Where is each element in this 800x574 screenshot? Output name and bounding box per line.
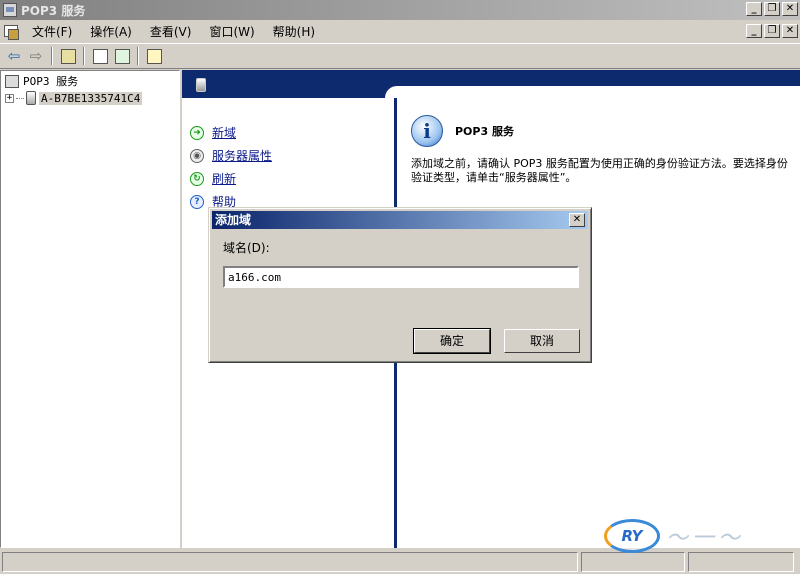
- title-bar: POP3 服务 _ ❐ ✕: [0, 0, 800, 20]
- window-title: POP3 服务: [21, 3, 86, 18]
- menu-view[interactable]: 查看(V): [141, 23, 201, 40]
- app-icon: [3, 3, 17, 17]
- domain-name-label: 域名(D):: [223, 241, 270, 255]
- menu-bar: 文件(F) 操作(A) 查看(V) 窗口(W) 帮助(H) _ ❐ ✕: [0, 21, 800, 41]
- help-icon: ?: [190, 194, 204, 209]
- child-window-controls: _ ❐ ✕: [744, 24, 798, 38]
- child-close-button[interactable]: ✕: [782, 24, 798, 38]
- tree-server-label: A-B7BE1335741C4: [39, 91, 143, 105]
- task-new-domain-label[interactable]: 新域: [212, 124, 236, 141]
- task-new-domain[interactable]: ➜ 新域: [190, 124, 236, 141]
- info-text: 添加域之前，请确认 POP3 服务配置为使用正确的身份验证方法。要选择身份验证类…: [411, 157, 788, 184]
- toolbar-separator: [51, 47, 53, 65]
- forward-arrow-icon[interactable]: ⇨: [25, 46, 47, 66]
- console-window-icon[interactable]: [3, 23, 19, 40]
- child-restore-button[interactable]: ❐: [764, 24, 780, 38]
- task-refresh-label[interactable]: 刷新: [212, 170, 236, 187]
- server-icon: [26, 91, 36, 105]
- window-controls: _ ❐ ✕: [744, 2, 798, 16]
- banner-notch: [385, 86, 800, 100]
- up-folder-icon[interactable]: [57, 46, 79, 66]
- tree-server-node[interactable]: + A-B7BE1335741C4: [5, 90, 143, 106]
- minimize-button[interactable]: _: [746, 2, 762, 16]
- tree-connector: [16, 97, 24, 99]
- close-button[interactable]: ✕: [782, 2, 798, 16]
- add-domain-dialog: 添加域 ✕ 域名(D): 确定 取消: [208, 207, 592, 363]
- toolbar-separator: [83, 47, 85, 65]
- help-icon[interactable]: [143, 46, 165, 66]
- properties-icon: ◉: [190, 148, 204, 163]
- green-arrow-icon: ➜: [190, 125, 204, 140]
- restore-button[interactable]: ❐: [764, 2, 780, 16]
- expand-icon[interactable]: +: [5, 93, 14, 103]
- child-minimize-button[interactable]: _: [746, 24, 762, 38]
- dialog-title: 添加域: [215, 213, 252, 227]
- properties-icon[interactable]: [89, 46, 111, 66]
- task-refresh[interactable]: ↻ 刷新: [190, 170, 236, 187]
- info-icon: i: [411, 115, 443, 147]
- task-server-properties-label[interactable]: 服务器属性: [212, 147, 272, 164]
- tree-root-node[interactable]: POP3 服务: [5, 73, 78, 89]
- menu-action[interactable]: 操作(A): [81, 23, 141, 40]
- console-tree: POP3 服务 + A-B7BE1335741C4: [0, 70, 180, 548]
- menu-help[interactable]: 帮助(H): [264, 23, 324, 40]
- watermark: RY ～一～: [604, 516, 794, 556]
- ok-button[interactable]: 确定: [413, 328, 491, 354]
- watermark-logo: RY: [604, 519, 660, 553]
- server-icon: [196, 78, 206, 92]
- menu-window[interactable]: 窗口(W): [200, 23, 263, 40]
- toolbar: ⇦ ⇨: [0, 43, 800, 69]
- back-arrow-icon[interactable]: ⇦: [3, 46, 25, 66]
- pop3-service-icon: [5, 74, 19, 88]
- info-title: POP3 服务: [455, 125, 514, 138]
- status-panel-main: [2, 552, 578, 572]
- cancel-button[interactable]: 取消: [504, 329, 580, 353]
- refresh-icon[interactable]: [111, 46, 133, 66]
- task-server-properties[interactable]: ◉ 服务器属性: [190, 147, 272, 164]
- domain-name-input[interactable]: [223, 266, 579, 288]
- tree-root-label: POP3 服务: [23, 75, 79, 88]
- toolbar-separator: [137, 47, 139, 65]
- refresh-icon: ↻: [190, 171, 204, 186]
- menu-file[interactable]: 文件(F): [23, 23, 81, 40]
- dialog-close-button[interactable]: ✕: [569, 213, 585, 227]
- watermark-calligraphy: ～一～: [666, 526, 745, 551]
- dialog-title-bar[interactable]: 添加域 ✕: [212, 211, 588, 229]
